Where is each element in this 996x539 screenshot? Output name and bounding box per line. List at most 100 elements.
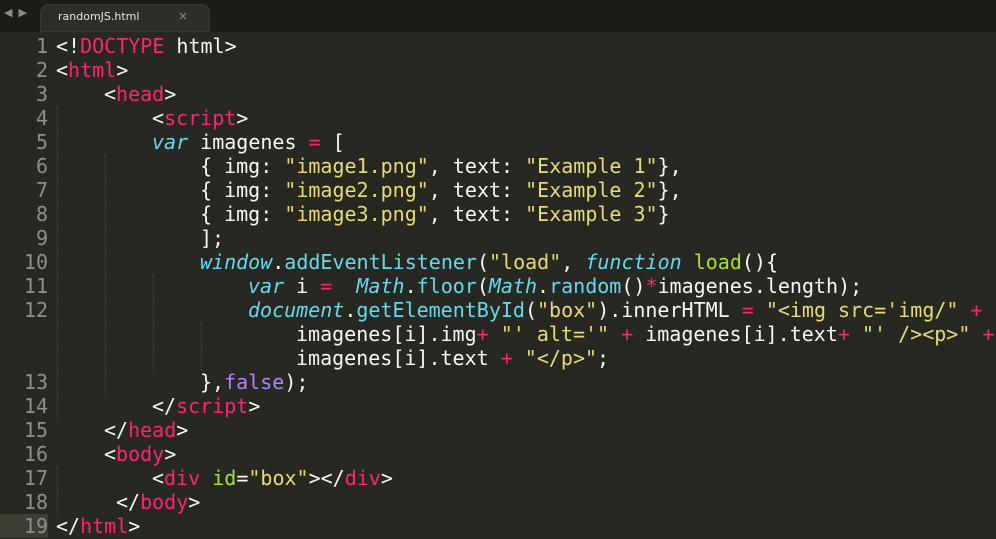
- line-number: 6: [0, 154, 48, 178]
- line-number-text: 14: [23, 394, 48, 418]
- token-str: "Example 1": [525, 154, 658, 178]
- code-text: <div id="box"></div>: [152, 466, 393, 490]
- token-punc: ).innerHTML: [597, 298, 742, 322]
- code-line[interactable]: 18 </body>: [0, 490, 996, 514]
- indent-guide: [57, 130, 58, 154]
- token-str: "Example 3": [525, 202, 658, 226]
- line-number: 19: [0, 514, 48, 538]
- line-number-text: 8: [35, 202, 48, 226]
- token-method: floor: [416, 274, 477, 298]
- token-tag: script: [176, 394, 249, 418]
- indent-guide: [57, 202, 58, 226]
- indent-guide: [57, 298, 58, 322]
- code-text: { img: "image1.png", text: "Example 1"},: [200, 154, 682, 178]
- token-punc: <: [104, 442, 117, 466]
- code-line[interactable]: 19 </html>: [0, 514, 996, 538]
- token-tag: head: [128, 418, 177, 442]
- token-punc: [682, 250, 694, 274]
- line-number-text: 16: [23, 442, 48, 466]
- line-number-text: 10: [23, 250, 48, 274]
- tab-nav: ◀ ▶: [4, 6, 27, 22]
- code-line[interactable]: imagenes[i].img+ "' alt='" + imagenes[i]…: [0, 322, 996, 346]
- code-line[interactable]: 8 { img: "image3.png", text: "Example 3"}: [0, 202, 996, 226]
- line-number-text: 18: [23, 490, 48, 514]
- indent-guide: [105, 298, 106, 322]
- code-line[interactable]: 14 </script>: [0, 394, 996, 418]
- code-line[interactable]: 3 <head>: [0, 82, 996, 106]
- code-line[interactable]: 15 </head>: [0, 418, 996, 442]
- code-line[interactable]: 2 <html>: [0, 58, 996, 82]
- token-punc: { img:: [200, 154, 285, 178]
- token-support: window: [200, 250, 273, 274]
- code-line[interactable]: 13},false);: [0, 370, 996, 394]
- indent-guide: [105, 250, 106, 274]
- code-line[interactable]: 12 document.getElementById("box").innerHT…: [0, 298, 996, 322]
- code-line[interactable]: 9];: [0, 226, 996, 250]
- indent-guide: [57, 226, 58, 250]
- tab-randomjs[interactable]: randomJS.html ×: [40, 4, 210, 32]
- line-number-text: 19: [23, 514, 48, 538]
- code-line[interactable]: 1 <!DOCTYPE html>: [0, 34, 996, 58]
- code-text: { img: "image3.png", text: "Example 3"}: [200, 202, 670, 226]
- token-punc: .: [272, 250, 285, 274]
- token-punc: </: [116, 490, 141, 514]
- code-line[interactable]: imagenes[i].text + "</p>";: [0, 346, 996, 370]
- token-punc: imagenes[i].text: [633, 322, 838, 346]
- line-number-text: 2: [35, 58, 48, 82]
- line-number: 14: [0, 394, 48, 418]
- token-punc: { img:: [200, 202, 285, 226]
- token-kw: =: [308, 130, 321, 154]
- token-punc: >: [236, 106, 249, 130]
- code-text: document.getElementById("box").innerHTML…: [248, 298, 983, 322]
- code-line[interactable]: 11 var i = Math.floor(Math.random()*image…: [0, 274, 996, 298]
- line-number: 5: [0, 130, 48, 154]
- indent-guide: [153, 322, 154, 346]
- indent-guide: [57, 370, 58, 394]
- token-str: "image2.png": [284, 178, 429, 202]
- code-text: var i = Math.floor(Math.random()*imagene…: [248, 274, 862, 298]
- code-line[interactable]: 6 { img: "image1.png", text: "Example 1"}…: [0, 154, 996, 178]
- indent-guide: [105, 274, 106, 298]
- token-kw: =: [741, 298, 754, 322]
- tab-forward-icon[interactable]: ▶: [18, 6, 26, 22]
- code-line[interactable]: 16 <body>: [0, 442, 996, 466]
- token-punc: [970, 322, 982, 346]
- code-text: </html>: [56, 514, 140, 538]
- indent-guide: [57, 322, 58, 346]
- token-str: "' alt='": [500, 322, 610, 346]
- line-number-text: 13: [23, 370, 48, 394]
- token-tag: html: [80, 514, 129, 538]
- close-icon[interactable]: ×: [178, 9, 188, 23]
- token-tag: script: [164, 106, 237, 130]
- line-number-text: 7: [35, 178, 48, 202]
- token-str: "box": [248, 466, 309, 490]
- line-number: [0, 346, 48, 370]
- token-punc: >: [164, 82, 177, 106]
- token-str: "<img src='img/": [765, 298, 959, 322]
- token-kw: =: [320, 274, 333, 298]
- token-punc: <: [152, 466, 165, 490]
- token-punc: imagenes[i].img: [296, 322, 477, 346]
- code-line[interactable]: 17 <div id="box"></div>: [0, 466, 996, 490]
- indent-guide: [57, 466, 58, 490]
- indent-guide: [153, 274, 154, 298]
- code-text: </head>: [104, 418, 188, 442]
- token-punc: (: [476, 250, 489, 274]
- code-line[interactable]: 7 { img: "image2.png", text: "Example 2"}…: [0, 178, 996, 202]
- code-line[interactable]: 4 <script>: [0, 106, 996, 130]
- token-punc: <: [152, 106, 165, 130]
- code-line[interactable]: 10 window.addEventListener("load", functi…: [0, 250, 996, 274]
- token-tag: body: [140, 490, 189, 514]
- line-number: 11: [0, 274, 48, 298]
- code-text: imagenes[i].img+ "' alt='" + imagenes[i]…: [296, 322, 994, 346]
- tab-back-icon[interactable]: ◀: [4, 6, 12, 22]
- code-editor[interactable]: 1 <!DOCTYPE html> 2 <html> 3 <head> 4 <script> 5…: [0, 34, 996, 539]
- line-number: 7: [0, 178, 48, 202]
- token-kw: +: [982, 322, 995, 346]
- indent-guide: [201, 322, 202, 346]
- token-punc: </: [152, 394, 177, 418]
- line-number-text: 4: [35, 106, 48, 130]
- token-punc: imagenes[i].text: [296, 346, 501, 370]
- code-line[interactable]: 5 var imagenes = [: [0, 130, 996, 154]
- token-punc: );: [284, 370, 309, 394]
